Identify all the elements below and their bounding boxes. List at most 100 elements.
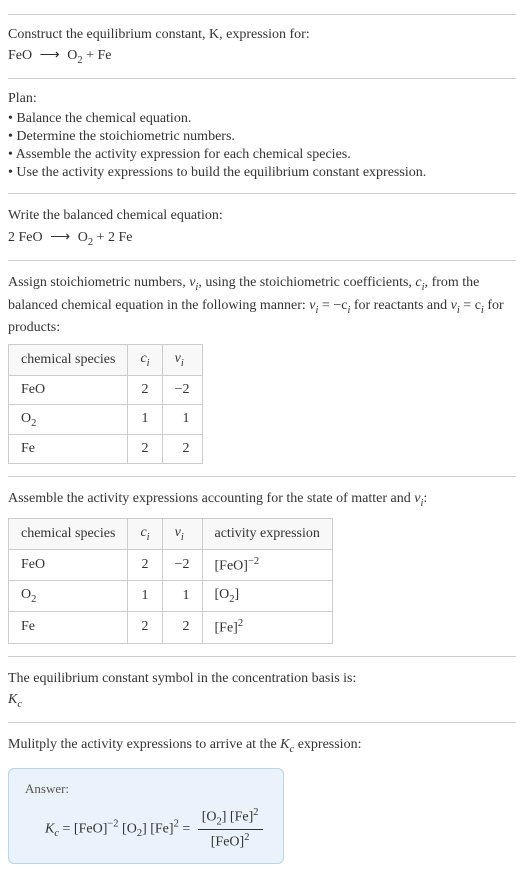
stoich-eq2: = c: [460, 298, 481, 313]
plan-item-3: • Assemble the activity expression for e…: [8, 147, 516, 163]
sub-i: i: [147, 358, 150, 369]
table-header-row: chemical species ci νi activity expressi…: [9, 518, 333, 549]
cell-ci: 2: [128, 549, 162, 581]
answer-box: Answer: Kc = [FeO]−2 [O2] [Fe]2 = [O2] […: [8, 768, 284, 864]
expr-base: [O: [215, 587, 230, 602]
activity-section: Assemble the activity expressions accoun…: [8, 476, 516, 643]
activity-table: chemical species ci νi activity expressi…: [8, 518, 333, 644]
th-species: chemical species: [9, 518, 128, 549]
cell-species: O2: [9, 581, 128, 612]
eq-o2: O: [67, 48, 77, 63]
cell-ci: 2: [128, 612, 162, 644]
cell-nui: 2: [162, 435, 202, 464]
expr-end: ]: [235, 587, 240, 602]
kc-symbol: Kc: [8, 692, 516, 710]
plan-item-4: • Use the activity expressions to build …: [8, 165, 516, 181]
kc-sub: c: [17, 699, 22, 710]
stoich-t2: , using the stoichiometric coefficients,: [198, 275, 415, 290]
o2-base: O: [21, 411, 31, 426]
term2-base: [O: [119, 821, 137, 836]
table-header-row: chemical species ci νi: [9, 344, 203, 375]
stoich-t4: for reactants and: [350, 298, 450, 313]
th-ci: ci: [128, 518, 162, 549]
table-row: O2 1 1: [9, 404, 203, 435]
plan-item-2: • Determine the stoichiometric numbers.: [8, 129, 516, 145]
term1-base: [FeO]: [74, 821, 107, 836]
num-o2-end: ]: [222, 809, 230, 824]
answer-label: Answer:: [25, 781, 267, 797]
num-fe-sup: 2: [253, 807, 258, 818]
cell-ci: 2: [128, 435, 162, 464]
den-sup: 2: [244, 832, 249, 843]
num-fe: [Fe]: [230, 809, 253, 824]
table-row: O2 1 1 [O2]: [9, 581, 333, 612]
arrow-icon: ⟶: [50, 230, 70, 245]
mult-t2: expression:: [294, 737, 361, 752]
act-t2: :: [423, 491, 427, 506]
balanced-text: Write the balanced chemical equation:: [8, 206, 516, 226]
stoich-section: Assign stoichiometric numbers, νi , using…: [8, 260, 516, 464]
cell-nui: −2: [162, 375, 202, 404]
cell-nui: −2: [162, 549, 202, 581]
o2-base: O: [21, 587, 31, 602]
cell-species: FeO: [9, 375, 128, 404]
th-nui: νi: [162, 344, 202, 375]
cell-ci: 1: [128, 581, 162, 612]
eq-sign: =: [59, 821, 74, 836]
cell-species: Fe: [9, 435, 128, 464]
plan-item-1: • Balance the chemical equation.: [8, 111, 516, 127]
table-row: Fe 2 2 [Fe]2: [9, 612, 333, 644]
unbalanced-equation: FeO ⟶ O2 + Fe: [8, 47, 516, 66]
expr-base: [FeO]: [215, 558, 248, 573]
kc-base: K: [45, 821, 54, 836]
intro-section: Construct the equilibrium constant, K, e…: [8, 14, 516, 66]
table-row: Fe 2 2: [9, 435, 203, 464]
mult-t1: Mulitply the activity expressions to arr…: [8, 737, 280, 752]
answer-formula: Kc = [FeO]−2 [O2] [Fe]2 = [O2] [Fe]2[FeO…: [25, 807, 267, 851]
expr-sup: −2: [248, 556, 259, 567]
cell-ci: 2: [128, 375, 162, 404]
kc-text: The equilibrium constant symbol in the c…: [8, 669, 516, 689]
eq-sign: =: [179, 821, 194, 836]
cell-expr: [Fe]2: [202, 612, 332, 644]
bal-rest: + 2 Fe: [93, 230, 132, 245]
o2-sub: 2: [31, 594, 36, 605]
th-nui: νi: [162, 518, 202, 549]
den-base: [FeO]: [211, 835, 244, 850]
sub-i: i: [181, 358, 184, 369]
kc-base: K: [8, 692, 17, 707]
multiply-section: Mulitply the activity expressions to arr…: [8, 722, 516, 864]
intro-line1: Construct the equilibrium constant, K, e…: [8, 27, 516, 43]
num-o2: [O: [202, 809, 217, 824]
table-row: FeO 2 −2: [9, 375, 203, 404]
activity-text: Assemble the activity expressions accoun…: [8, 489, 516, 511]
cell-species: O2: [9, 404, 128, 435]
plan-title: Plan:: [8, 91, 516, 107]
cell-expr: [O2]: [202, 581, 332, 612]
stoich-eq1r: = −c: [318, 298, 347, 313]
intro-text-part: Construct the equilibrium constant, K, e…: [8, 27, 310, 42]
sub-i: i: [181, 532, 184, 543]
kc-base: K: [280, 737, 289, 752]
fraction: [O2] [Fe]2[FeO]2: [198, 807, 263, 851]
stoich-t1: Assign stoichiometric numbers,: [8, 275, 189, 290]
term1-sup: −2: [107, 818, 118, 829]
bal-left: 2 FeO: [8, 230, 43, 245]
bal-o2: O: [78, 230, 88, 245]
cell-nui: 1: [162, 404, 202, 435]
kc-symbol-section: The equilibrium constant symbol in the c…: [8, 656, 516, 710]
arrow-icon: ⟶: [40, 48, 60, 63]
cell-nui: 2: [162, 612, 202, 644]
stoich-text: Assign stoichiometric numbers, νi, using…: [8, 273, 516, 338]
cell-ci: 1: [128, 404, 162, 435]
multiply-text: Mulitply the activity expressions to arr…: [8, 735, 516, 757]
o2-sub: 2: [31, 417, 36, 428]
stoich-table: chemical species ci νi FeO 2 −2 O2 1 1 F…: [8, 344, 203, 465]
balanced-section: Write the balanced chemical equation: 2 …: [8, 193, 516, 248]
th-species: chemical species: [9, 344, 128, 375]
th-expr: activity expression: [202, 518, 332, 549]
numerator: [O2] [Fe]2: [198, 807, 263, 830]
term3-base: [Fe]: [150, 821, 173, 836]
cell-species: FeO: [9, 549, 128, 581]
eq-left: FeO: [8, 48, 32, 63]
